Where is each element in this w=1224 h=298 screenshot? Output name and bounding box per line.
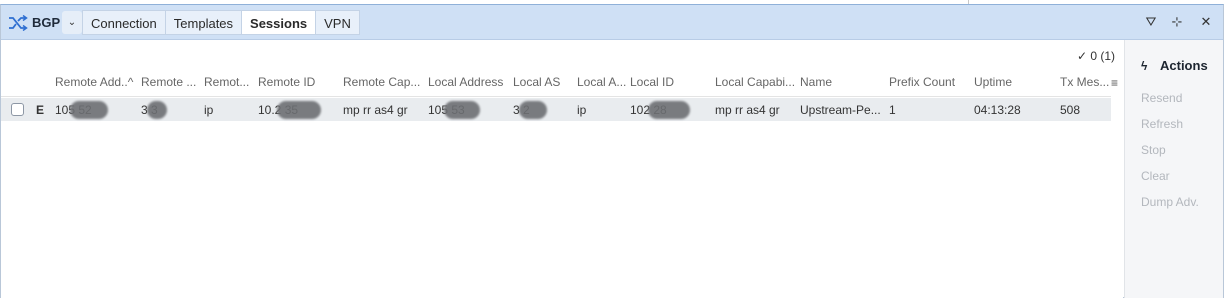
tab-vpn[interactable]: VPN (315, 10, 360, 35)
cell-local-cap: mp rr as4 gr (715, 103, 780, 117)
col-header-local-cap[interactable]: Local Capabi... (715, 73, 797, 91)
shuffle-icon (9, 15, 28, 31)
cell-name: Upstream-Pe... (800, 103, 881, 117)
header-divider (1, 96, 1111, 97)
tab-connection[interactable]: Connection (82, 10, 165, 35)
lightning-icon: ϟ (1141, 59, 1148, 73)
col-header-remote-afi[interactable]: Remot... (204, 73, 254, 91)
col-header-remote-id[interactable]: Remote ID (258, 73, 338, 91)
window-header: BGP ⌄ Connection Templates Sessions VPN … (1, 5, 1223, 40)
actions-title-label: Actions (1160, 58, 1208, 73)
dump-adv-button[interactable]: Dump Adv. (1141, 195, 1199, 209)
actions-title: ϟ Actions (1141, 58, 1208, 73)
cell-uptime: 04:13:28 (974, 103, 1021, 117)
actions-panel: ϟ Actions Resend Refresh Stop Clear Dump… (1124, 40, 1223, 298)
close-icon[interactable]: ✕ (1198, 14, 1214, 30)
selection-count: ✓ 0 (1) (1076, 49, 1115, 63)
cell-local-afi: ip (577, 103, 587, 117)
redaction-blur (277, 101, 321, 119)
col-header-uptime[interactable]: Uptime (974, 73, 1056, 91)
bgp-window: BGP ⌄ Connection Templates Sessions VPN … (0, 4, 1224, 298)
col-header-remote-cap[interactable]: Remote Cap... (343, 73, 425, 91)
cell-tx-messages: 508 (1060, 103, 1081, 117)
redaction-blur (444, 101, 480, 119)
table-row[interactable]: E 105 52 3 3 ip 10.2 35 mp rr as4 gr 105… (1, 98, 1111, 121)
refresh-button[interactable]: Refresh (1141, 117, 1183, 131)
col-header-local-as[interactable]: Local AS (513, 73, 573, 91)
col-header-local-afi[interactable]: Local A... (577, 73, 629, 91)
sessions-grid: ✓ 0 (1) Remote Add..^ Remote ... Remot..… (1, 40, 1123, 298)
cell-prefix-count: 1 (889, 103, 896, 117)
tab-sessions[interactable]: Sessions (241, 10, 316, 35)
pin-icon[interactable]: ⊹ (1169, 14, 1185, 30)
stop-button[interactable]: Stop (1141, 143, 1166, 157)
chevron-down-icon: ⌄ (67, 17, 77, 28)
tab-templates[interactable]: Templates (164, 10, 242, 35)
clear-button[interactable]: Clear (1141, 169, 1170, 183)
row-flag: E (36, 103, 45, 117)
col-header-remote-as[interactable]: Remote ... (141, 73, 199, 91)
redaction-blur (147, 101, 167, 119)
app-title: BGP (32, 15, 61, 30)
col-header-prefix-count[interactable]: Prefix Count (889, 73, 971, 91)
col-header-tx-messages[interactable]: Tx Mes... (1060, 73, 1110, 91)
col-header-name[interactable]: Name (800, 73, 884, 91)
col-header-local-id[interactable]: Local ID (630, 73, 710, 91)
tab-bar: Connection Templates Sessions VPN (82, 10, 360, 35)
app-dropdown-button[interactable]: ⌄ (62, 11, 82, 34)
row-checkbox[interactable] (11, 103, 24, 116)
col-header-local-address[interactable]: Local Address (428, 73, 510, 91)
col-header-remote-address[interactable]: Remote Add..^ (55, 73, 139, 91)
filter-icon[interactable]: ⛛ (1143, 14, 1159, 30)
redaction-blur (70, 101, 108, 119)
cell-remote-cap: mp rr as4 gr (343, 103, 408, 117)
resend-button[interactable]: Resend (1141, 91, 1182, 105)
cell-remote-afi: ip (204, 103, 214, 117)
column-menu-icon[interactable]: ≡ (1111, 76, 1118, 90)
redaction-blur (648, 101, 690, 119)
redaction-blur (519, 101, 547, 119)
